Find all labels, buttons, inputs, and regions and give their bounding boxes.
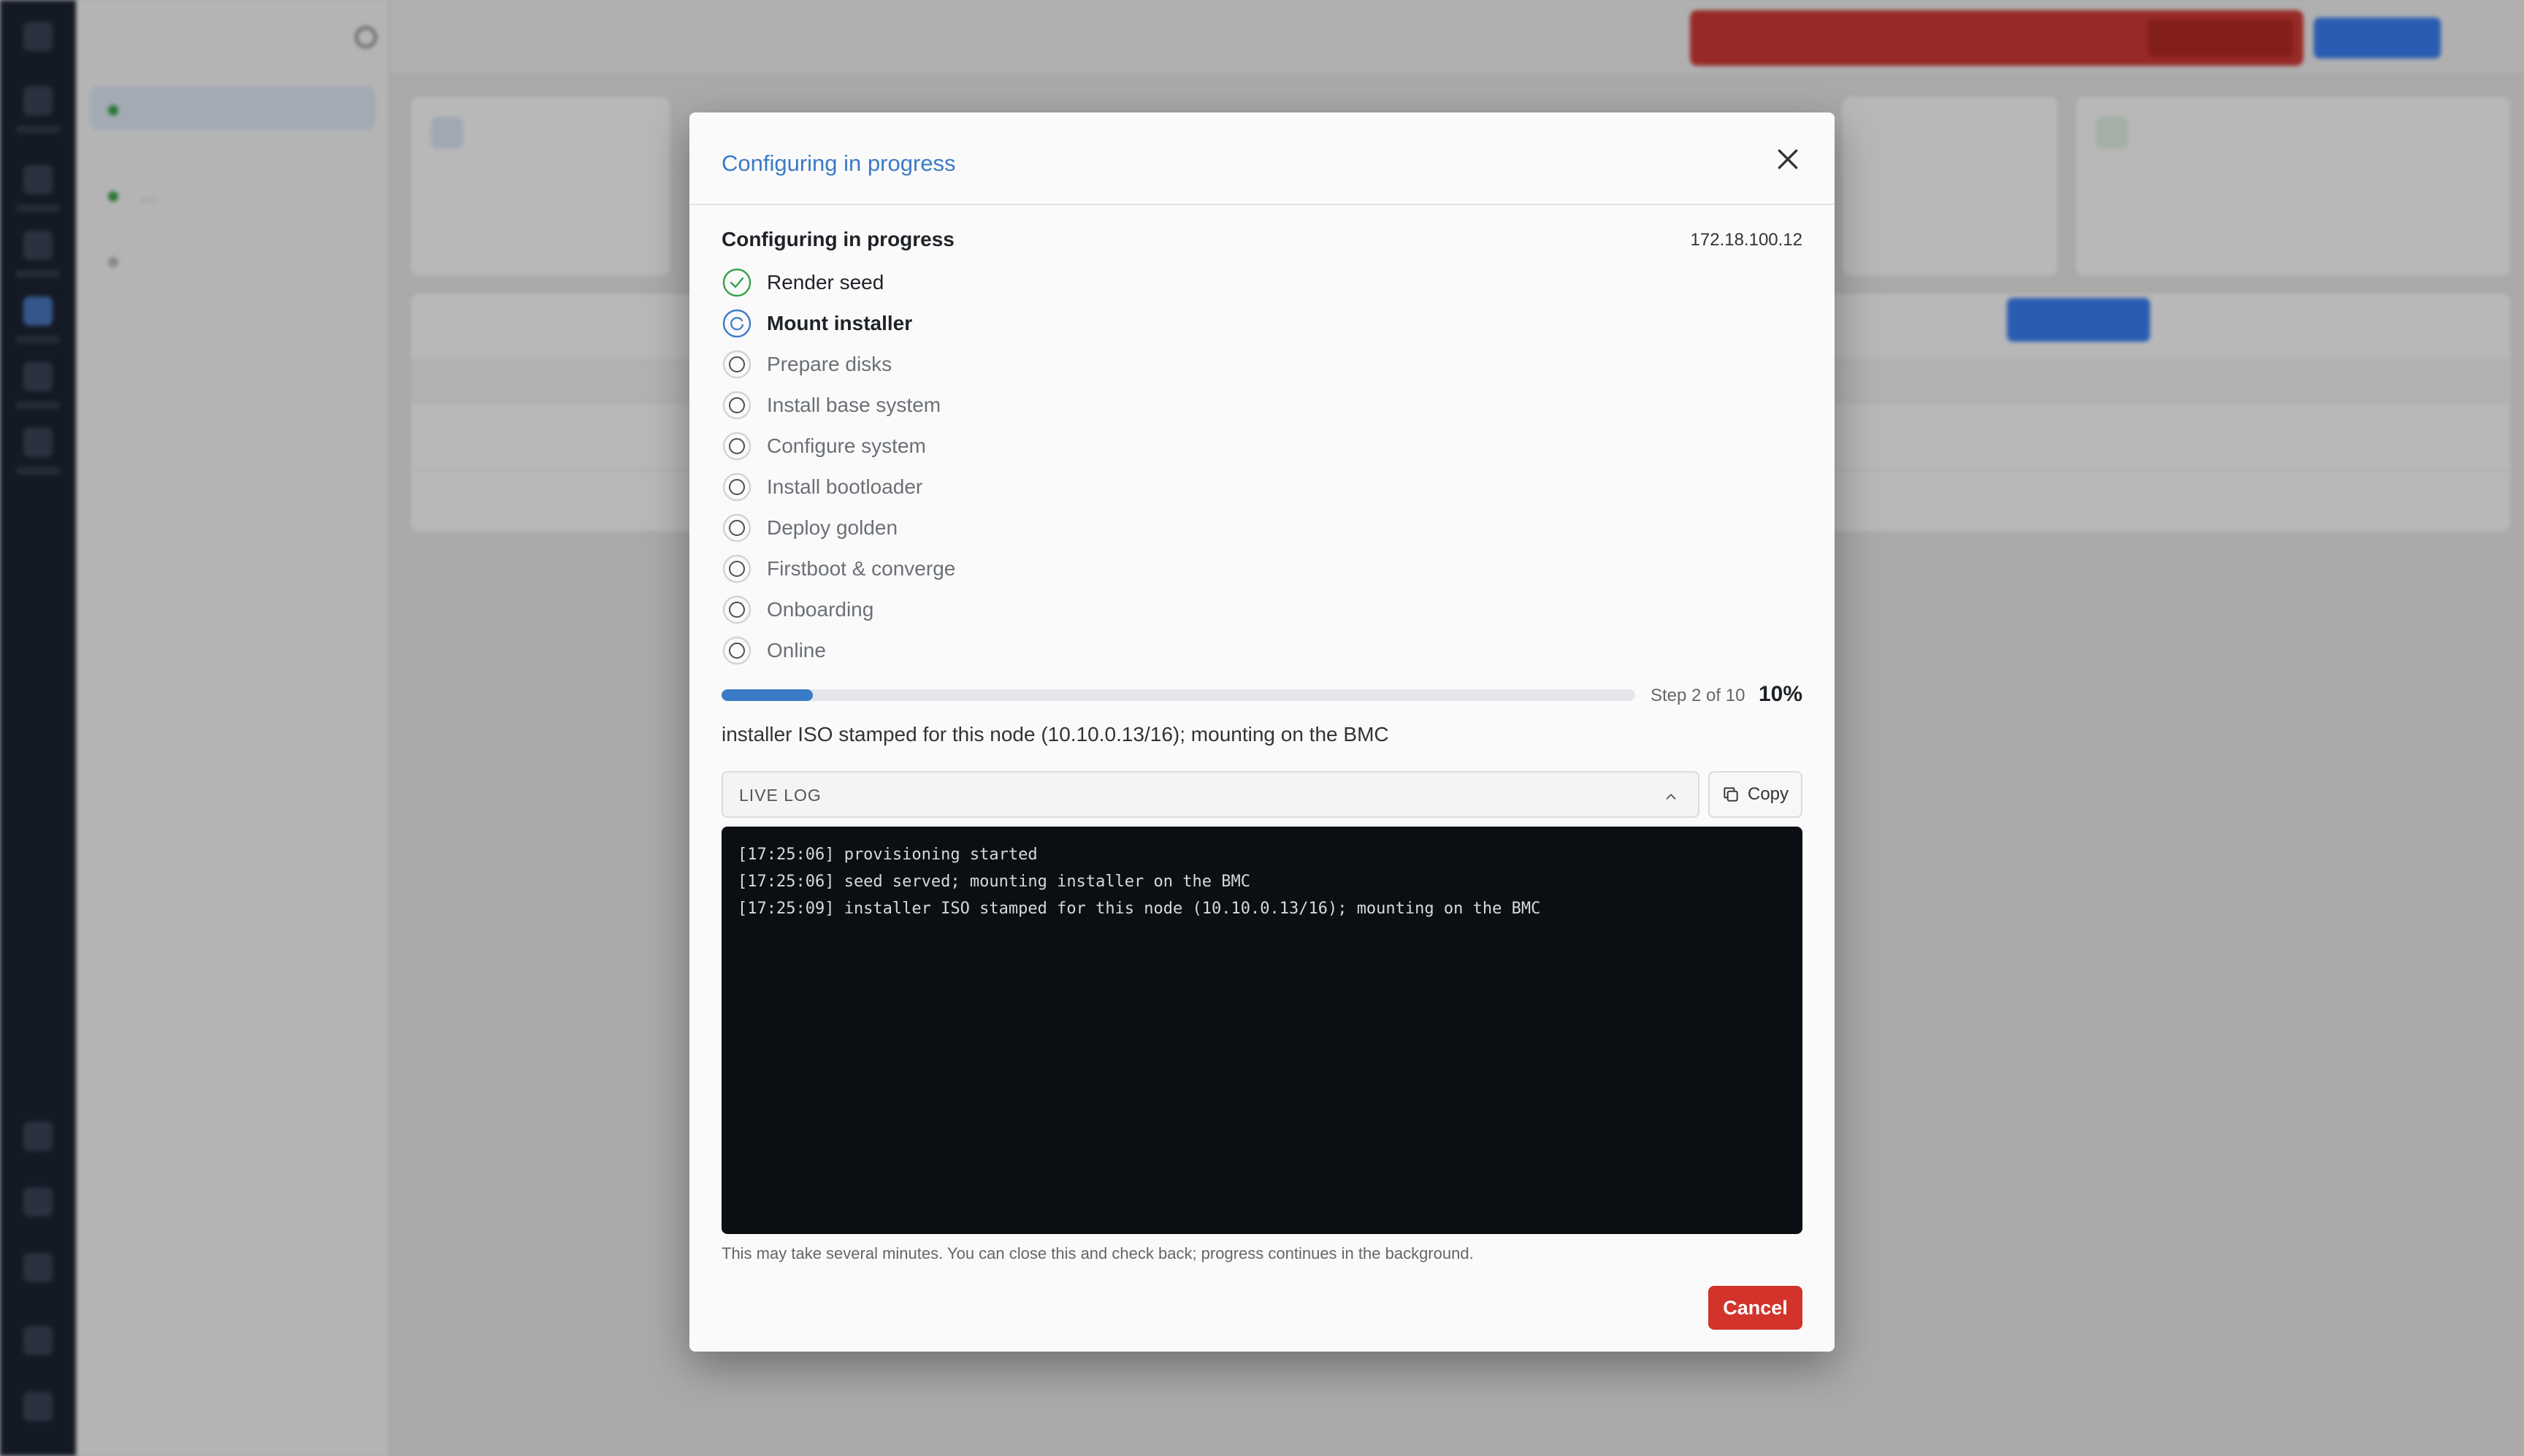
- step-item: Mount installer: [722, 303, 1306, 344]
- modal-header: Configuring in progress: [689, 112, 1835, 205]
- copy-button[interactable]: Copy: [1708, 771, 1802, 818]
- configuring-modal: Configuring in progress Configuring in p…: [689, 112, 1835, 1352]
- step-item: Online: [722, 630, 1306, 671]
- progress-heading: Configuring in progress: [722, 228, 955, 250]
- step-item: Onboarding: [722, 589, 1306, 630]
- step-label: Install bootloader: [767, 475, 923, 498]
- modal-title: Configuring in progress: [722, 150, 956, 176]
- chevron-up-icon: [1666, 794, 1676, 800]
- step-item: Firstboot & converge: [722, 548, 1306, 589]
- pending-circle-icon: [722, 350, 752, 379]
- step-item: Deploy golden: [722, 507, 1306, 548]
- step-item: Install base system: [722, 385, 1306, 426]
- live-log-toggle[interactable]: LIVE LOG: [722, 771, 1699, 818]
- step-label: Online: [767, 639, 826, 662]
- check-circle-icon: [722, 268, 752, 297]
- log-line: [17:25:06] provisioning started: [738, 846, 1038, 864]
- pending-circle-icon: [722, 391, 752, 420]
- step-label: Mount installer: [767, 312, 913, 334]
- close-icon: [1778, 149, 1798, 169]
- step-counter: Step 2 of 10: [1651, 686, 1745, 705]
- live-log-label: LIVE LOG: [739, 786, 822, 805]
- step-label: Firstboot & converge: [767, 557, 956, 580]
- pending-circle-icon: [722, 595, 752, 624]
- step-label: Install base system: [767, 394, 941, 416]
- close-button[interactable]: [1773, 145, 1802, 174]
- cancel-button[interactable]: Cancel: [1708, 1286, 1802, 1330]
- pending-circle-icon: [722, 636, 752, 665]
- footnote: This may take several minutes. You can c…: [722, 1244, 1474, 1262]
- progress-bar: [722, 689, 1635, 701]
- pending-circle-icon: [722, 432, 752, 461]
- step-item: Prepare disks: [722, 344, 1306, 385]
- progress-bar-fill: [722, 689, 814, 701]
- log-line: [17:25:06] seed served; mounting install…: [738, 873, 1250, 891]
- spinner-icon: [722, 309, 752, 338]
- step-item: Render seed: [722, 262, 1306, 303]
- status-message: installer ISO stamped for this node (10.…: [722, 723, 1389, 746]
- step-item: Configure system: [722, 426, 1306, 467]
- step-label: Configure system: [767, 434, 926, 457]
- progress-percent: 10%: [1758, 682, 1802, 706]
- step-item: Install bootloader: [722, 467, 1306, 507]
- step-label: Deploy golden: [767, 516, 898, 539]
- pending-circle-icon: [722, 472, 752, 502]
- copy-label: Copy: [1748, 784, 1789, 804]
- step-label: Prepare disks: [767, 353, 892, 375]
- pending-circle-icon: [722, 554, 752, 583]
- log-line: [17:25:09] installer ISO stamped for thi…: [738, 900, 1541, 918]
- step-list: Render seed Mount installer Prepare disks I…: [722, 262, 1306, 671]
- live-log-output[interactable]: [17:25:06] provisioning started [17:25:06…: [722, 827, 1802, 1234]
- step-label: Onboarding: [767, 598, 874, 621]
- step-label: Render seed: [767, 271, 884, 294]
- node-ip-address: 172.18.100.12: [1690, 230, 1802, 250]
- pending-circle-icon: [722, 513, 752, 543]
- copy-icon: [1724, 787, 1738, 802]
